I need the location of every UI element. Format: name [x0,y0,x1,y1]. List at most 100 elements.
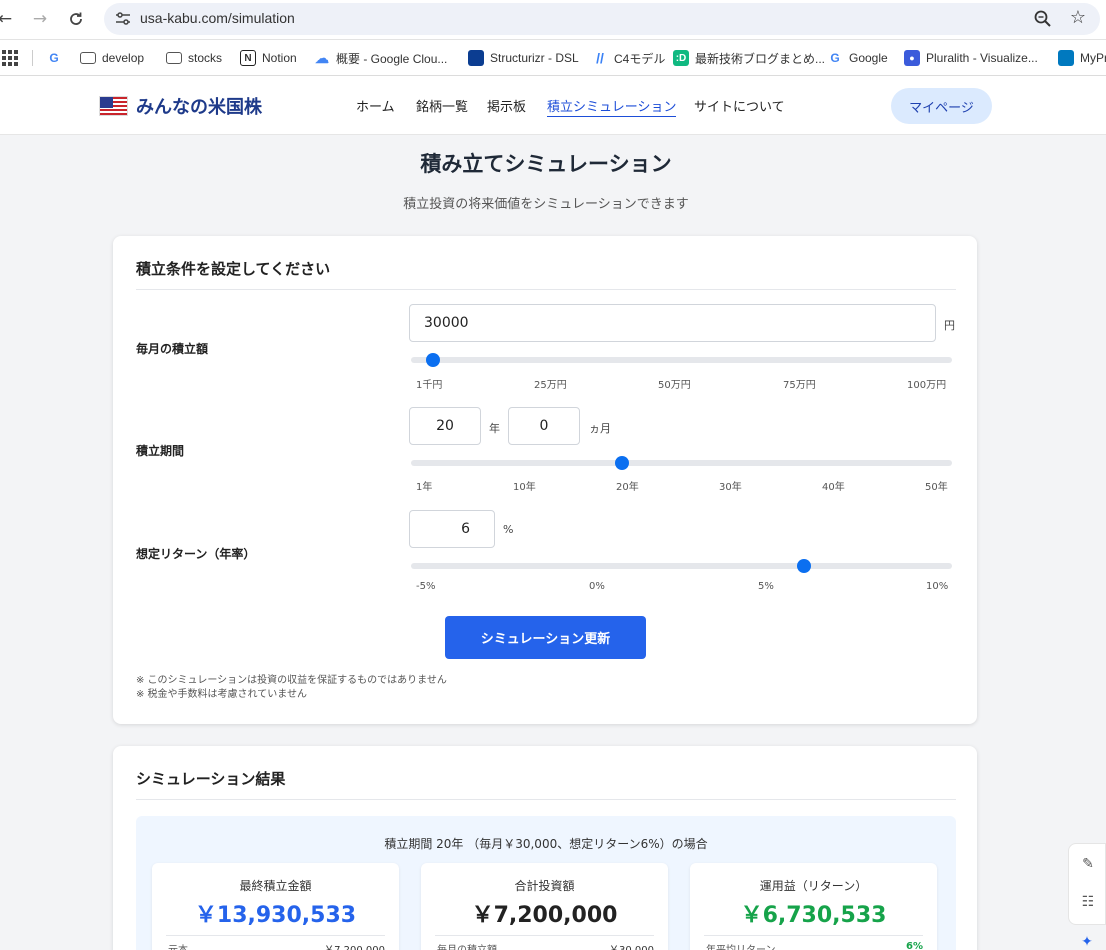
nav-simulation[interactable]: 積立シミュレーション [547,96,677,117]
bookmark-label: Structurizr - DSL [490,51,579,65]
site-header: みんなの米国株 ホーム 銘柄一覧 掲示板 積立シミュレーション サイトについて … [0,76,1106,135]
tick-label: 30年 [719,482,742,493]
period-label: 積立期間 [136,444,185,458]
bookmark-item[interactable]: ● Pluralith - Visualize... [904,48,1038,68]
tick-label: 10年 [513,482,536,493]
blog-icon: :D [673,50,689,66]
bookmark-item[interactable]: ☁ 概要 - Google Clou... [314,48,447,68]
tick-label: 0% [589,581,605,592]
final-amount-card: 最終積立金額 ￥13,930,533 元本 ￥7,200,000 [152,863,399,950]
divider [136,799,956,800]
folder-icon [166,52,182,64]
nav-stock-list[interactable]: 銘柄一覧 [416,96,468,115]
bookmark-item[interactable]: develop [80,48,144,68]
card-sub-value: 6% [906,941,923,950]
forward-icon[interactable]: → [29,8,51,30]
c4-icon: // [596,50,604,66]
zoom-icon[interactable] [1032,8,1054,30]
monthly-amount-input[interactable]: 30000 [409,304,936,342]
tick-label: 50万円 [658,380,691,391]
card-value: ￥13,930,533 [194,903,357,928]
period-months-input[interactable]: 0 [508,407,580,445]
nav-about[interactable]: サイトについて [694,96,785,115]
bookmark-label: 最新技術ブログまとめ... [695,51,826,66]
divider [166,935,385,936]
card-title: 運用益（リターン） [759,879,868,893]
nav-home[interactable]: ホーム [356,96,395,115]
tick-label: 25万円 [534,380,567,391]
results-card: シミュレーション結果 積立期間 20年 （毎月￥30,000、想定リターン6%）… [113,746,977,950]
bookmark-item[interactable]: G [46,48,62,68]
return-slider[interactable] [411,559,952,573]
return-input[interactable]: 6 [409,510,495,548]
tick-label: 100万円 [907,380,947,391]
divider [136,289,956,290]
card-sub-value: ￥30,000 [609,941,654,950]
bookmark-label: Google [849,51,888,65]
tick-label: 5% [758,581,774,592]
divider [435,935,654,936]
bookmark-item[interactable]: :D 最新技術ブログまとめ... [673,48,825,68]
back-icon[interactable]: ← [0,8,16,30]
bookmark-item[interactable]: stocks [166,48,222,68]
side-extra: ✦ [1068,928,1106,950]
address-bar[interactable]: usa-kabu.com/simulation ☆ [104,3,1100,35]
card-sub-value: ￥7,200,000 [324,941,385,950]
bookmark-item[interactable]: MyPr [1058,48,1106,68]
bookmark-item[interactable]: G Google [827,48,888,68]
card-sub-label: 年平均リターン [706,941,776,950]
investment-gain-card: 運用益（リターン） ￥6,730,533 年平均リターン 6% [690,863,937,950]
disclaimer-notes: ※ このシミュレーションは投資の収益を保証するものではありません ※ 税金や手数… [136,674,447,702]
return-slider-thumb[interactable] [797,559,812,573]
monthly-amount-slider[interactable] [411,353,952,367]
disclaimer-line: ※ 税金や手数料は考慮されていません [136,689,307,700]
tick-label: 75万円 [783,380,816,391]
total-investment-card: 合計投資額 ￥7,200,000 毎月の積立額 ￥30,000 [421,863,668,950]
bookmark-label: develop [102,51,145,65]
trello-icon [1058,50,1074,66]
bookmark-item[interactable]: N Notion [240,48,297,68]
period-slider-thumb[interactable] [615,456,630,470]
tick-label: 10% [926,581,949,592]
results-panel: 積立期間 20年 （毎月￥30,000、想定リターン6%）の場合 最終積立金額 … [136,816,956,950]
card-title: 合計投資額 [514,879,575,893]
url-text[interactable]: usa-kabu.com/simulation [140,10,295,26]
clipboard-icon[interactable]: ☷ [1078,892,1098,912]
bookmarks-bar: G develop stocks N Notion ☁ 概要 - Google Cl… [0,40,1106,76]
us-flag-icon [99,96,128,116]
bookmark-label: stocks [188,51,223,65]
return-slider-ticks: -5% 0% 5% 10% [416,581,949,595]
extension-icon[interactable]: ✦ [1077,932,1097,950]
google-cloud-icon: ☁ [315,49,329,66]
mypage-button[interactable]: マイページ [891,88,992,124]
simulate-button[interactable]: シミュレーション更新 [445,616,646,659]
monthly-unit: 円 [944,319,955,332]
tick-label: 40年 [822,482,845,493]
card-value: ￥6,730,533 [740,903,887,928]
bookmark-item[interactable]: // C4モデル [592,48,665,68]
monthly-slider-ticks: 1千円 25万円 50万円 75万円 100万円 [416,376,949,391]
site-info-icon[interactable] [114,10,132,28]
nav-board[interactable]: 掲示板 [487,96,526,115]
monthly-slider-thumb[interactable] [426,353,441,367]
magic-edit-icon[interactable]: ✎ [1078,854,1098,874]
card-title: 最終積立金額 [239,879,312,893]
apps-grid-icon[interactable] [2,50,18,66]
site-logo-text: みんなの米国株 [136,97,262,118]
google-icon: G [49,51,59,65]
percent-unit: % [503,523,514,536]
tick-label: 20年 [616,482,639,493]
reload-icon[interactable] [65,8,87,30]
period-slider[interactable] [411,456,952,470]
divider [704,935,923,936]
settings-card: 積立条件を設定してください 毎月の積立額 30000 円 1千円 25万円 50… [113,236,977,724]
card-sub-label: 毎月の積立額 [437,941,497,950]
card-sub-label: 元本 [168,941,188,950]
notion-icon: N [240,50,256,66]
period-years-input[interactable]: 20 [409,407,481,445]
pluralith-icon: ● [904,50,920,66]
site-logo[interactable]: みんなの米国株 [99,93,262,119]
disclaimer-line: ※ このシミュレーションは投資の収益を保証するものではありません [136,675,447,686]
bookmark-star-icon[interactable]: ☆ [1070,7,1086,28]
bookmark-item[interactable]: Structurizr - DSL [468,48,579,68]
